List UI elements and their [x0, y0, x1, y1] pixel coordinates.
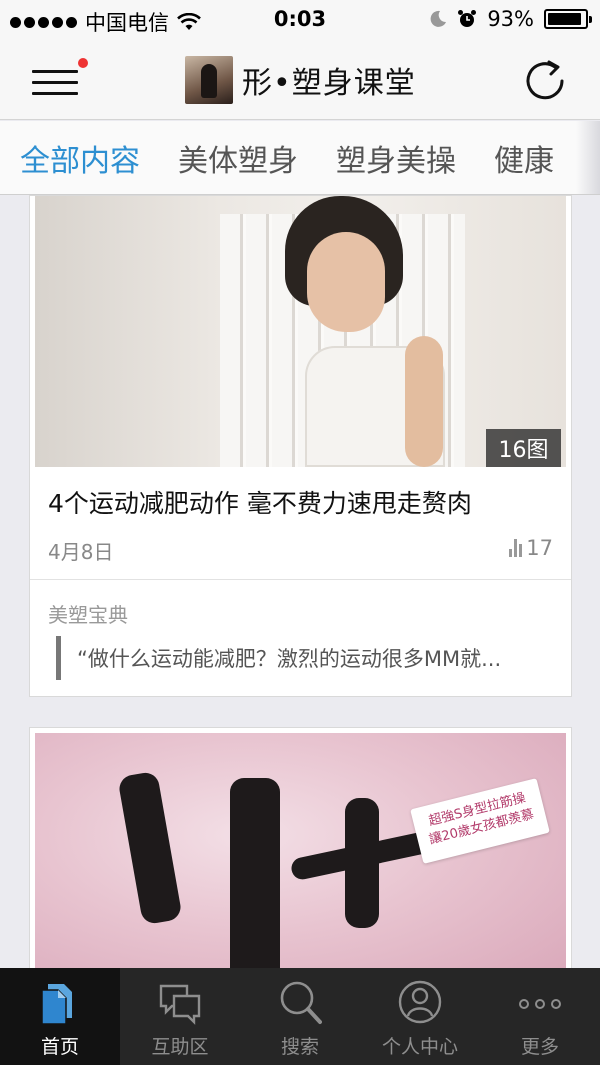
view-count: 17: [509, 536, 553, 560]
article-card[interactable]: 超強S身型拉筋操 讓20歲女孩都羨慕: [29, 727, 572, 988]
dancer-figure: [117, 770, 183, 926]
view-count-value: 17: [526, 536, 553, 560]
article-image[interactable]: 超強S身型拉筋操 讓20歲女孩都羨慕: [35, 733, 566, 988]
tabbar-label: 个人中心: [381, 1036, 458, 1058]
tabbar-item-community[interactable]: 互助区: [120, 968, 240, 1065]
chat-bubbles-icon: [159, 984, 201, 1025]
more-dots-icon: [519, 999, 561, 1009]
tabs-fade: [576, 121, 600, 194]
tabbar-label: 互助区: [151, 1036, 209, 1058]
alarm-icon: [458, 10, 477, 27]
menu-line: [32, 81, 78, 84]
tab-health[interactable]: 健康: [494, 136, 554, 180]
divider: [30, 579, 571, 580]
tabbar-label: 首页: [40, 1036, 79, 1058]
tabbar-item-search[interactable]: 搜索: [240, 968, 360, 1065]
status-bar: 中国电信 0:03 93%: [0, 0, 600, 40]
dancer-figure: [230, 778, 280, 988]
battery-fill: [548, 13, 582, 25]
section-label: 美塑宝典: [48, 603, 128, 627]
tab-body-shaping[interactable]: 美体塑身: [178, 136, 298, 180]
search-icon: [280, 981, 322, 1024]
bottom-tab-bar: 首页 互助区 搜索 个人中心 更多: [0, 968, 600, 1065]
notification-dot: [78, 58, 88, 68]
status-right: 93%: [429, 7, 592, 31]
app-logo: [185, 56, 233, 104]
moon-icon: [430, 10, 447, 27]
tabbar-item-profile[interactable]: 个人中心: [360, 968, 480, 1065]
user-icon: [398, 980, 442, 1024]
views-icon: [509, 539, 523, 557]
refresh-icon[interactable]: [522, 58, 568, 104]
article-headline[interactable]: 4个运动减肥动作 毫不费力速甩走赘肉: [48, 484, 472, 520]
image-count-badge: 16图: [486, 429, 561, 467]
tab-all-content[interactable]: 全部内容: [20, 136, 140, 180]
home-docs-icon: [41, 984, 72, 1025]
tabbar-item-more[interactable]: 更多: [480, 968, 600, 1065]
article-quote[interactable]: “做什么运动能减肥？激烈的运动很多MM就...: [56, 636, 501, 680]
menu-line: [32, 92, 78, 95]
article-card[interactable]: 16图 4个运动减肥动作 毫不费力速甩走赘肉 4月8日 17 美塑宝典 “做什么…: [29, 195, 572, 697]
tabbar-label: 更多: [520, 1036, 559, 1058]
tabbar-item-home[interactable]: 首页: [0, 968, 120, 1065]
menu-line: [32, 70, 78, 73]
article-image[interactable]: 16图: [35, 196, 566, 467]
model-photo: [285, 196, 445, 467]
tabbar-label: 搜索: [280, 1036, 319, 1058]
dancer-figure: [345, 798, 379, 928]
page-title: 形•塑身课堂: [242, 66, 416, 101]
menu-button[interactable]: [30, 58, 88, 98]
tab-shaping-exercise[interactable]: 塑身美操: [336, 136, 456, 180]
battery-icon: [544, 9, 592, 29]
promo-sticker: 超強S身型拉筋操 讓20歲女孩都羨慕: [410, 778, 550, 864]
battery-percent: 93%: [487, 7, 534, 31]
article-date: 4月8日: [48, 540, 114, 564]
category-tabs: 全部内容 美体塑身 塑身美操 健康: [0, 121, 600, 195]
nav-bar: 形•塑身课堂: [0, 40, 600, 120]
